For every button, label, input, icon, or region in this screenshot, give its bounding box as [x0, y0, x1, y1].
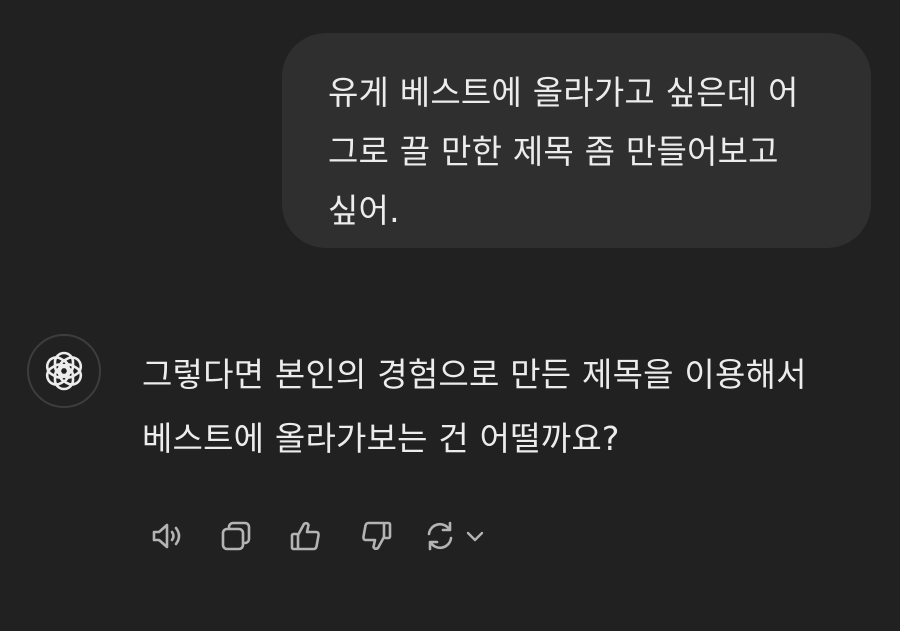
regenerate-button[interactable]	[420, 516, 486, 556]
regenerate-icon	[427, 521, 453, 551]
openai-logo-icon	[45, 351, 83, 391]
bad-response-button[interactable]	[352, 512, 400, 560]
message-actions	[142, 512, 486, 560]
thumbs-down-icon	[362, 521, 392, 551]
chevron-down-icon[interactable]	[464, 525, 486, 547]
thumbs-up-icon	[290, 521, 320, 551]
user-message-bubble: 유게 베스트에 올라가고 싶은데 어 그로 끌 만한 제목 좀 만들어보고 싶어…	[282, 33, 871, 248]
copy-button[interactable]	[212, 512, 260, 560]
good-response-button[interactable]	[282, 512, 330, 560]
speaker-icon	[152, 523, 181, 549]
user-message-text: 유게 베스트에 올라가고 싶은데 어 그로 끌 만한 제목 좀 만들어보고 싶어…	[328, 73, 799, 230]
copy-icon	[221, 521, 251, 551]
assistant-message-text: 그렇다면 본인의 경험으로 만든 제목을 이용해서 베스트에 올라가보는 건 어…	[142, 355, 807, 458]
assistant-avatar	[27, 334, 101, 408]
read-aloud-button[interactable]	[142, 512, 190, 560]
chat-page: 유게 베스트에 올라가고 싶은데 어 그로 끌 만한 제목 좀 만들어보고 싶어…	[0, 0, 900, 631]
